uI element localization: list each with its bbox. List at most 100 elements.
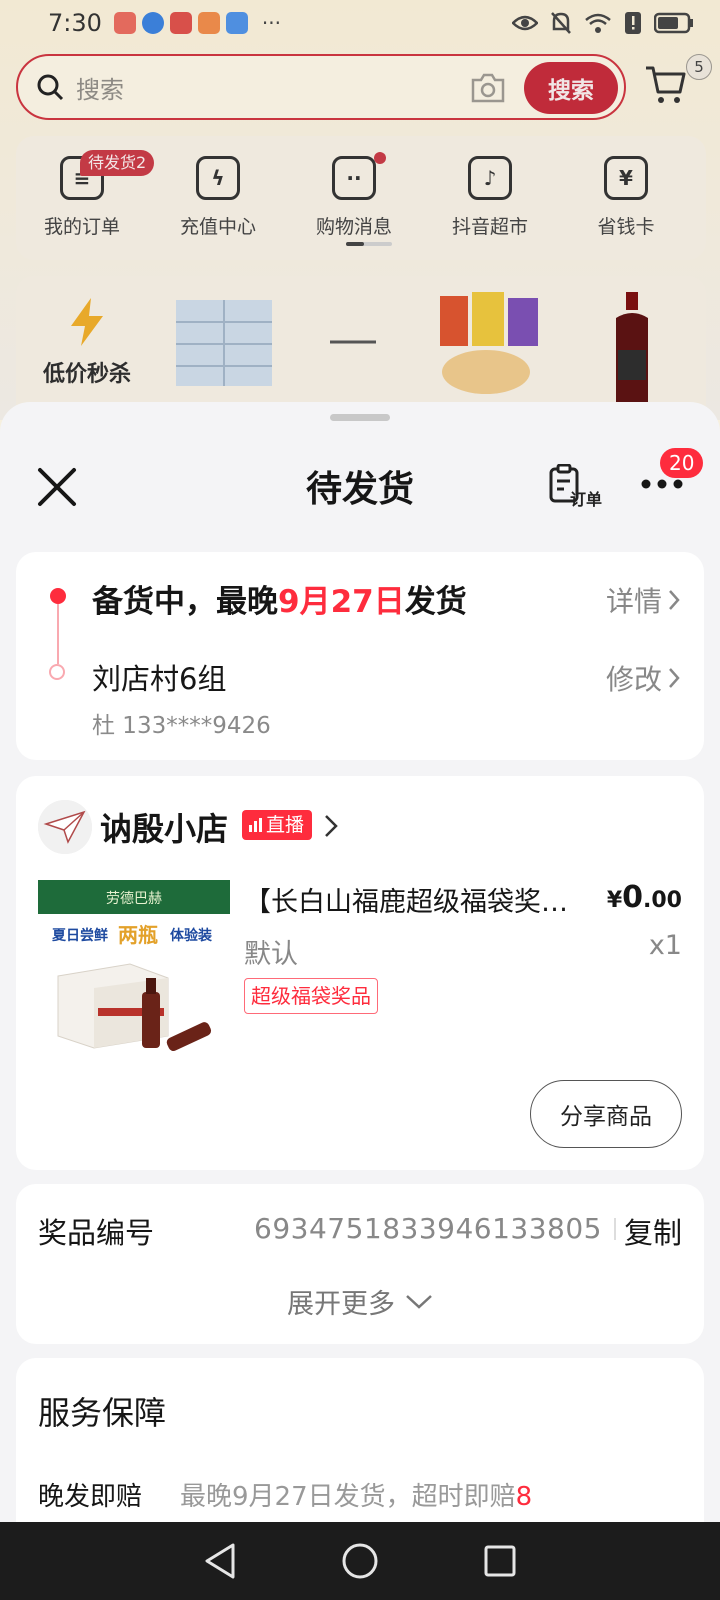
price-symbol: ¥: [606, 888, 623, 913]
quick-item-my-orders[interactable]: ≡ 我的订单 待发货2: [22, 150, 155, 239]
price-int: 0: [622, 880, 644, 915]
pending-ship-badge: 待发货2: [80, 150, 155, 176]
prize-number-label: 奖品编号: [38, 1216, 155, 1250]
wire-product-thumb[interactable]: [328, 290, 378, 390]
basket-icon: ♪: [468, 156, 512, 200]
quick-item-label: 购物消息: [315, 216, 392, 238]
order-detail-sheet: 待发货 订单 20 备货中，最晚9月27日发货 详情 刘店村6组 修改 杜 13…: [0, 402, 720, 1528]
status-right: [512, 11, 694, 35]
product-spec: 默认: [244, 939, 298, 970]
price-decimal: .00: [643, 888, 682, 913]
toutiao-app-icon: [169, 12, 192, 34]
detail-link[interactable]: 详情: [606, 580, 680, 620]
cart-icon: [646, 66, 686, 103]
chevron-right-icon: [669, 590, 680, 610]
sheet-header: 待发货 订单 20: [0, 448, 720, 522]
quick-item-messages[interactable]: ·· 购物消息: [294, 152, 414, 239]
search-icon: [37, 74, 64, 101]
beer-gift-box-image: 劳德巴赫 夏日尝鲜 两瓶 体验装: [38, 880, 230, 1051]
unread-dot: [374, 152, 386, 164]
video-app-icon: [197, 12, 220, 34]
sauce-product-thumb[interactable]: [602, 290, 662, 406]
flash-sale[interactable]: 低价秒杀: [32, 296, 142, 388]
system-nav-bar: [0, 1522, 720, 1600]
image-tagline-b: 两瓶: [118, 923, 158, 947]
image-tagline-a: 夏日尝鲜: [52, 927, 108, 944]
shipping-deadline: 备货中，最晚9月27日发货: [92, 576, 467, 621]
camera-icon[interactable]: [470, 72, 506, 104]
quick-item-savings-card[interactable]: ¥ 省钱卡: [566, 156, 686, 239]
live-tag-label: 直播: [266, 814, 305, 836]
detail-link-label: 详情: [605, 585, 662, 618]
timeline-active-dot: [50, 588, 66, 604]
shipping-status-card: 备货中，最晚9月27日发货 详情 刘店村6组 修改 杜 133****9426: [16, 552, 704, 760]
eye-icon: [512, 15, 538, 31]
shop-avatar[interactable]: [38, 800, 92, 854]
orders-button[interactable]: 订单: [548, 463, 606, 510]
contact-text: 杜 133****9426: [92, 713, 271, 739]
modify-address-link[interactable]: 修改: [606, 658, 680, 698]
quick-menu: ≡ 我的订单 待发货2 ϟ 充值中心 ·· 购物消息 ♪ 抖音超市 ¥ 省钱卡: [16, 136, 706, 260]
product-price: ¥0.00: [607, 880, 682, 915]
battery-icon: [654, 12, 693, 34]
chevron-right-icon: [669, 668, 680, 688]
sim-alert-icon: [625, 12, 641, 34]
service-row-highlight: 8: [515, 1482, 533, 1512]
yen-card-icon: ¥: [604, 156, 648, 200]
divider: [614, 1218, 616, 1240]
modify-link-label: 修改: [605, 663, 662, 696]
quick-item-label: 抖音超市: [451, 216, 528, 238]
quick-item-recharge[interactable]: ϟ 充值中心: [158, 156, 278, 239]
expand-more-label: 展开更多: [287, 1289, 395, 1320]
timeline-address-dot: [49, 664, 65, 680]
huawei-app-icon: [113, 12, 136, 34]
product-quantity: x1: [648, 930, 682, 961]
search-row: 搜索 搜索 5: [16, 54, 712, 120]
status-app-icons: ···: [113, 11, 281, 35]
live-tag[interactable]: 直播: [242, 810, 313, 840]
drag-handle[interactable]: [330, 414, 390, 421]
status-time: 7:30: [48, 9, 102, 37]
home-button[interactable]: [330, 1531, 390, 1591]
share-product-button[interactable]: 分享商品: [530, 1080, 682, 1148]
page-title: 待发货: [305, 469, 414, 510]
flash-sale-label: 低价秒杀: [42, 362, 131, 387]
expand-more-button[interactable]: 展开更多: [16, 1282, 704, 1321]
tissue-product-thumb[interactable]: [172, 290, 276, 390]
shipping-prefix: 备货中，最晚: [92, 584, 278, 620]
live-bars-icon: [249, 818, 262, 832]
quick-item-label: 我的订单: [43, 216, 120, 238]
quick-item-label: 省钱卡: [597, 216, 655, 238]
search-input[interactable]: 搜索 搜索: [16, 54, 626, 120]
product-title[interactable]: 【长白山福鹿超级福袋奖品】: [244, 880, 574, 919]
address-text: 刘店村6组: [92, 662, 227, 696]
orders-label: 订单: [570, 490, 603, 509]
message-icon: ··: [332, 156, 376, 200]
home-circle-icon: [342, 1543, 378, 1579]
shop-chevron-right-icon[interactable]: [324, 814, 338, 838]
flash-sale-lightning-icon: [71, 298, 103, 346]
back-button[interactable]: [190, 1531, 250, 1591]
image-brand-text: 劳德巴赫: [106, 891, 162, 907]
timeline-line: [57, 604, 59, 664]
shop-name[interactable]: 讷殷小店: [100, 804, 228, 850]
copy-button[interactable]: 复制: [624, 1210, 682, 1252]
service-row-text: 最晚9月27日发货，超时即赔: [180, 1482, 516, 1512]
cart-button[interactable]: 5: [644, 54, 712, 112]
service-title: 服务保障: [38, 1394, 167, 1432]
wifi-icon: [585, 13, 611, 33]
late-ship-compensation-row[interactable]: 晚发即赔 最晚9月27日发货，超时即赔8: [38, 1476, 698, 1513]
mute-bell-icon: [551, 12, 571, 34]
flash-sale-strip[interactable]: 低价秒杀: [16, 276, 706, 416]
browser-app-icon: [141, 12, 164, 34]
quick-item-supermarket[interactable]: ♪ 抖音超市: [430, 156, 550, 239]
service-row-label: 晚发即赔: [38, 1482, 143, 1512]
quick-item-label: 充值中心: [179, 216, 256, 238]
back-triangle-icon: [205, 1543, 235, 1579]
image-tagline-c: 体验装: [170, 927, 213, 944]
snack-product-thumb[interactable]: [434, 290, 544, 400]
product-image[interactable]: 劳德巴赫 夏日尝鲜 两瓶 体验装: [38, 880, 230, 1060]
search-button[interactable]: 搜索: [524, 62, 618, 114]
recents-button[interactable]: [470, 1531, 530, 1591]
background-app: 7:30 ··· 搜索 搜索 5 ≡ 我的订单 待发货2 ϟ 充值中心 ·· 购…: [0, 0, 720, 420]
